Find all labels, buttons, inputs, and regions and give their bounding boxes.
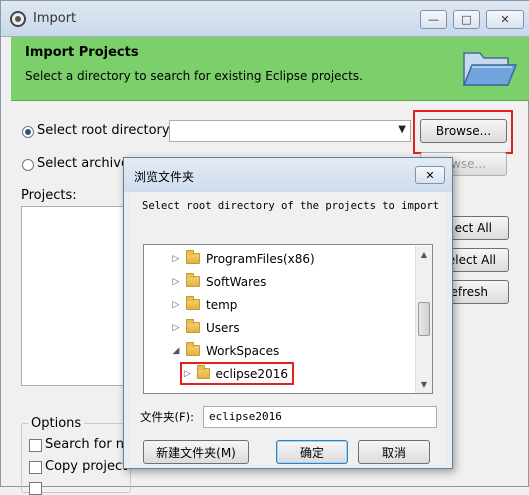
deselect-all-label: elect All [447,253,496,267]
collapse-arrow-icon[interactable]: ◢ [170,346,182,356]
expand-arrow-icon[interactable]: ▷ [170,277,182,287]
close-icon: ✕ [500,13,510,26]
dialog-instruction: Select root directory of the projects to… [142,200,440,212]
dialog-body: Select root directory of the projects to… [130,192,446,464]
close-button[interactable]: ✕ [486,10,524,29]
root-directory-label: Select root directory: [37,123,174,138]
archive-file-label: Select archive [37,156,129,171]
root-directory-radio[interactable] [22,126,34,138]
tree-item-label: eclipse2016 [215,366,288,381]
tree-item-label: temp [206,297,238,312]
archive-file-radio[interactable] [22,159,34,171]
hide-projects-checkbox[interactable] [29,482,42,495]
scroll-thumb[interactable] [418,302,430,336]
folder-field-label: 文件夹(F): [140,410,194,424]
tree-scrollbar[interactable]: ▲ ▼ [415,246,432,393]
copy-projects-label: Copy project [45,459,128,474]
window-title: Import [33,11,77,26]
search-nested-label: Search for ne [45,437,133,452]
ok-button[interactable]: 确定 [276,440,348,464]
root-directory-combo[interactable]: ▼ [169,120,411,142]
browse-folder-dialog: 浏览文件夹 ✕ Select root directory of the pro… [123,157,453,469]
folder-icon [186,273,200,287]
browse-root-label: Browse... [435,124,492,138]
tree-item-label: WorkSpaces [206,343,280,358]
folder-open-icon [462,52,518,86]
cancel-button[interactable]: 取消 [358,440,430,464]
folder-icon [186,250,200,264]
cancel-label: 取消 [381,445,406,460]
refresh-label: efresh [450,285,488,299]
tree-item-label: ProgramFiles(x86) [206,251,315,266]
new-folder-label: 新建文件夹(M) [156,445,236,460]
close-icon: ✕ [425,168,435,182]
maximize-icon: □ [461,13,472,26]
maximize-button[interactable]: □ [453,10,480,29]
expand-arrow-icon[interactable]: ▷ [170,300,182,310]
wizard-title: Import Projects [25,45,139,60]
folder-tree[interactable]: ▷ ProgramFiles(x86) ▷ SoftWares ▷ temp ▷ [143,244,433,394]
dropdown-arrow-icon: ▼ [398,124,406,135]
scroll-down-icon[interactable]: ▼ [416,376,432,392]
minimize-button[interactable]: — [420,10,447,29]
tree-item-softwares[interactable]: ▷ SoftWares [170,270,315,293]
wizard-subtitle: Select a directory to search for existin… [25,69,363,83]
tree-item-label: SoftWares [206,274,267,289]
folder-icon [186,296,200,310]
select-all-label: ect All [454,221,492,235]
tree-item-label: Users [206,320,240,335]
dialog-close-button[interactable]: ✕ [415,166,445,184]
dialog-title: 浏览文件夹 [134,170,195,184]
tree-item-users[interactable]: ▷ Users [170,316,315,339]
tree-items: ▷ ProgramFiles(x86) ▷ SoftWares ▷ temp ▷ [170,247,315,385]
tree-item-eclipse2016[interactable]: ▷ eclipse2016 [180,362,294,385]
title-bar[interactable]: Import — □ ✕ [1,1,529,37]
expand-arrow-icon[interactable]: ▷ [170,254,182,264]
projects-list[interactable] [21,206,127,386]
folder-icon [186,342,200,356]
expand-arrow-icon[interactable]: ▷ [182,369,193,379]
projects-label: Projects: [21,188,77,203]
scroll-up-icon[interactable]: ▲ [416,246,432,262]
new-folder-button[interactable]: 新建文件夹(M) [143,440,249,464]
copy-projects-checkbox[interactable] [29,461,42,474]
folder-icon [196,365,210,379]
browse-root-button[interactable]: Browse... [420,119,507,143]
tree-item-workspaces[interactable]: ◢ WorkSpaces [170,339,315,362]
eclipse-app-icon [10,11,26,27]
options-label: Options [28,416,85,431]
wizard-header: Import Projects Select a directory to se… [11,37,529,101]
ok-label: 确定 [299,445,324,460]
minimize-icon: — [428,13,439,26]
dialog-title-bar[interactable]: 浏览文件夹 ✕ [124,158,452,192]
tree-item-programfiles[interactable]: ▷ ProgramFiles(x86) [170,247,315,270]
search-nested-checkbox[interactable] [29,439,42,452]
tree-item-temp[interactable]: ▷ temp [170,293,315,316]
expand-arrow-icon[interactable]: ▷ [170,323,182,333]
folder-icon [186,319,200,333]
folder-input[interactable]: eclipse2016 [203,406,437,428]
